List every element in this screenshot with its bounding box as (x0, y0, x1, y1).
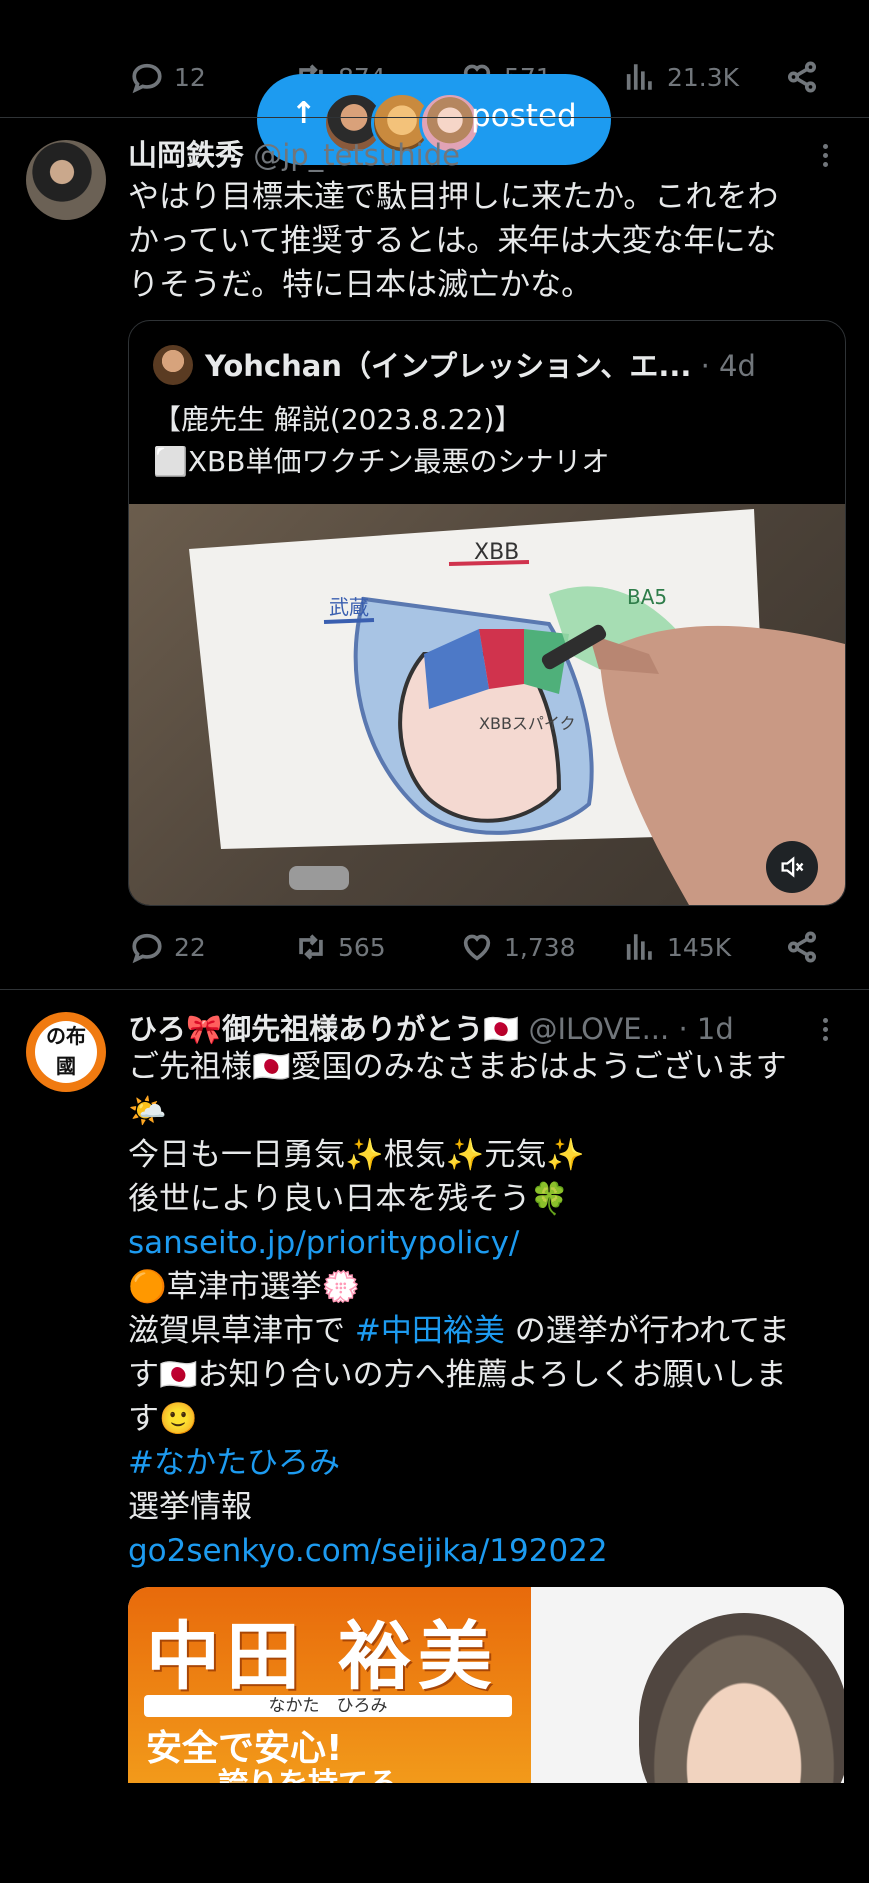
avatar (153, 345, 193, 385)
quote-text: 【鹿先生 解説(2023.8.22)】 ⬜XBB単価ワクチン最悪のシナリオ (153, 399, 609, 483)
poster-slogan: 誇りを持てる (218, 1759, 398, 1783)
reply-button[interactable]: 12 (130, 37, 206, 117)
arrow-up-icon: ↑ (291, 96, 317, 131)
retweet-button[interactable]: 565 (294, 907, 386, 987)
reply-count: 22 (174, 932, 206, 962)
quote-author: Yohchan（インプレッション、エ... (205, 349, 692, 383)
tweet-line: す🙂 (128, 1401, 198, 1437)
reply-button[interactable]: 22 (130, 907, 206, 987)
more-options-icon[interactable] (823, 144, 829, 171)
video-player[interactable]: XBB 武蔵 BA5 XBBスパイク (129, 504, 845, 905)
view-count: 145K (667, 932, 732, 962)
tweet-text-span: 滋賀県草津市で (128, 1313, 355, 1349)
drawing-label-center: XBBスパイク (479, 714, 576, 733)
retweet-icon (299, 934, 323, 960)
tweet-header: 山岡鉄秀 @jp_tetsuhide (128, 132, 460, 174)
author-name[interactable]: 山岡鉄秀 (128, 138, 244, 172)
divider (0, 117, 869, 118)
video-thumbnail: XBB 武蔵 BA5 XBBスパイク (189, 509, 845, 905)
author-handle[interactable]: @jp_tetsuhide (253, 138, 460, 172)
poster-left-panel: 中田 裕美 なかた ひろみ 安全で安心! 誇りを持てる (128, 1587, 531, 1783)
like-count: 1,738 (504, 932, 576, 962)
tweet-line: 今日も一日勇気✨根気✨元気✨ (128, 1137, 585, 1173)
mute-button[interactable] (766, 841, 818, 893)
hashtag-nakatahiromi[interactable]: #なかたひろみ (128, 1441, 848, 1485)
retweet-count: 565 (338, 932, 386, 962)
tweet-line: す🇯🇵お知り合いの方へ推薦よろしくお願いしま (128, 1357, 787, 1393)
divider (0, 989, 869, 990)
poster-kana: なかた ひろみ (144, 1695, 512, 1717)
author-handle[interactable]: @ILOVE... (528, 1012, 669, 1046)
tweet-text: やはり目標未達で駄目押しに来たか。これをわ かっていて推奨するとは。来年は大変な… (128, 175, 848, 307)
tweet-line: やはり目標未達で駄目押しに来たか。これをわ (128, 179, 779, 215)
views-icon (626, 64, 652, 90)
heart-icon (463, 934, 491, 961)
tweet-line: ご先祖様🇯🇵愛国のみなさまおはようございます (128, 1049, 787, 1085)
quote-header: Yohchan（インプレッション、エ... · 4d (205, 343, 756, 385)
avatar[interactable] (26, 140, 106, 220)
tweet-line: りそうだ。特に日本は滅亡かな。 (128, 267, 593, 303)
poster-name: 中田 裕美 (146, 1614, 498, 1700)
quote-tweet-card[interactable]: Yohchan（インプレッション、エ... · 4d 【鹿先生 解説(2023.… (128, 320, 846, 906)
tweet-text-span: の選挙が行われてま (504, 1313, 790, 1349)
tweet-line: 選挙情報 (128, 1489, 252, 1525)
quote-line: 【鹿先生 解説(2023.8.22)】 (153, 403, 523, 436)
drawing-label-right: BA5 (627, 585, 667, 609)
tweet-action-bar: 22 565 1,738 145K (0, 907, 869, 987)
like-button[interactable]: 1,738 (460, 907, 576, 987)
tweet-line: 🌤️ (128, 1093, 167, 1129)
tweet-header: ひろ🎀御先祖様ありがとう🇯🇵 @ILOVE... · 1d (128, 1006, 734, 1048)
reply-icon (132, 933, 162, 964)
more-options-icon[interactable] (823, 1018, 829, 1045)
posted-label: posted (471, 98, 577, 134)
tweet-line: 後世により良い日本を残そう🍀 (128, 1181, 569, 1217)
logo-icon: の布國 (35, 1021, 97, 1083)
reply-icon (132, 63, 162, 94)
share-icon (787, 931, 817, 963)
tweet-line: 滋賀県草津市で #中田裕美 の選挙が行われてま (128, 1309, 848, 1353)
quote-line: ⬜XBB単価ワクチン最悪のシナリオ (153, 445, 610, 478)
views-button[interactable]: 145K (623, 907, 731, 987)
tweet-time: · 1d (678, 1012, 734, 1046)
hashtag-nakata[interactable]: #中田裕美 (355, 1313, 505, 1349)
drawing-label-xbb: XBB (474, 540, 519, 565)
share-button[interactable] (785, 37, 819, 117)
views-button[interactable]: 21.3K (623, 37, 739, 117)
views-icon (626, 934, 652, 960)
share-icon (787, 61, 817, 93)
quote-time: · 4d (700, 349, 756, 383)
tweet-line: 🟠草津市選挙💮 (128, 1269, 361, 1305)
reply-count: 12 (174, 62, 206, 92)
link-go2senkyo[interactable]: go2senkyo.com/seijika/192022 (128, 1529, 848, 1573)
tweet-line: かっていて推奨するとは。来年は大変な年にな (128, 223, 777, 259)
tweet-text: ご先祖様🇯🇵愛国のみなさまおはようございます 🌤️ 今日も一日勇気✨根気✨元気✨… (128, 1045, 848, 1573)
volume-mute-icon (781, 856, 804, 878)
view-count: 21.3K (667, 62, 740, 92)
tweet-image[interactable]: 中田 裕美 なかた ひろみ 安全で安心! 誇りを持てる (128, 1587, 844, 1783)
poster-photo (531, 1587, 844, 1783)
share-button[interactable] (785, 907, 819, 987)
author-name[interactable]: ひろ🎀御先祖様ありがとう🇯🇵 (128, 1012, 519, 1046)
drawing-label-left: 武蔵 (329, 595, 369, 619)
link-sanseito[interactable]: sanseito.jp/prioritypolicy/ (128, 1221, 848, 1265)
avatar[interactable]: の布國 (26, 1012, 106, 1092)
